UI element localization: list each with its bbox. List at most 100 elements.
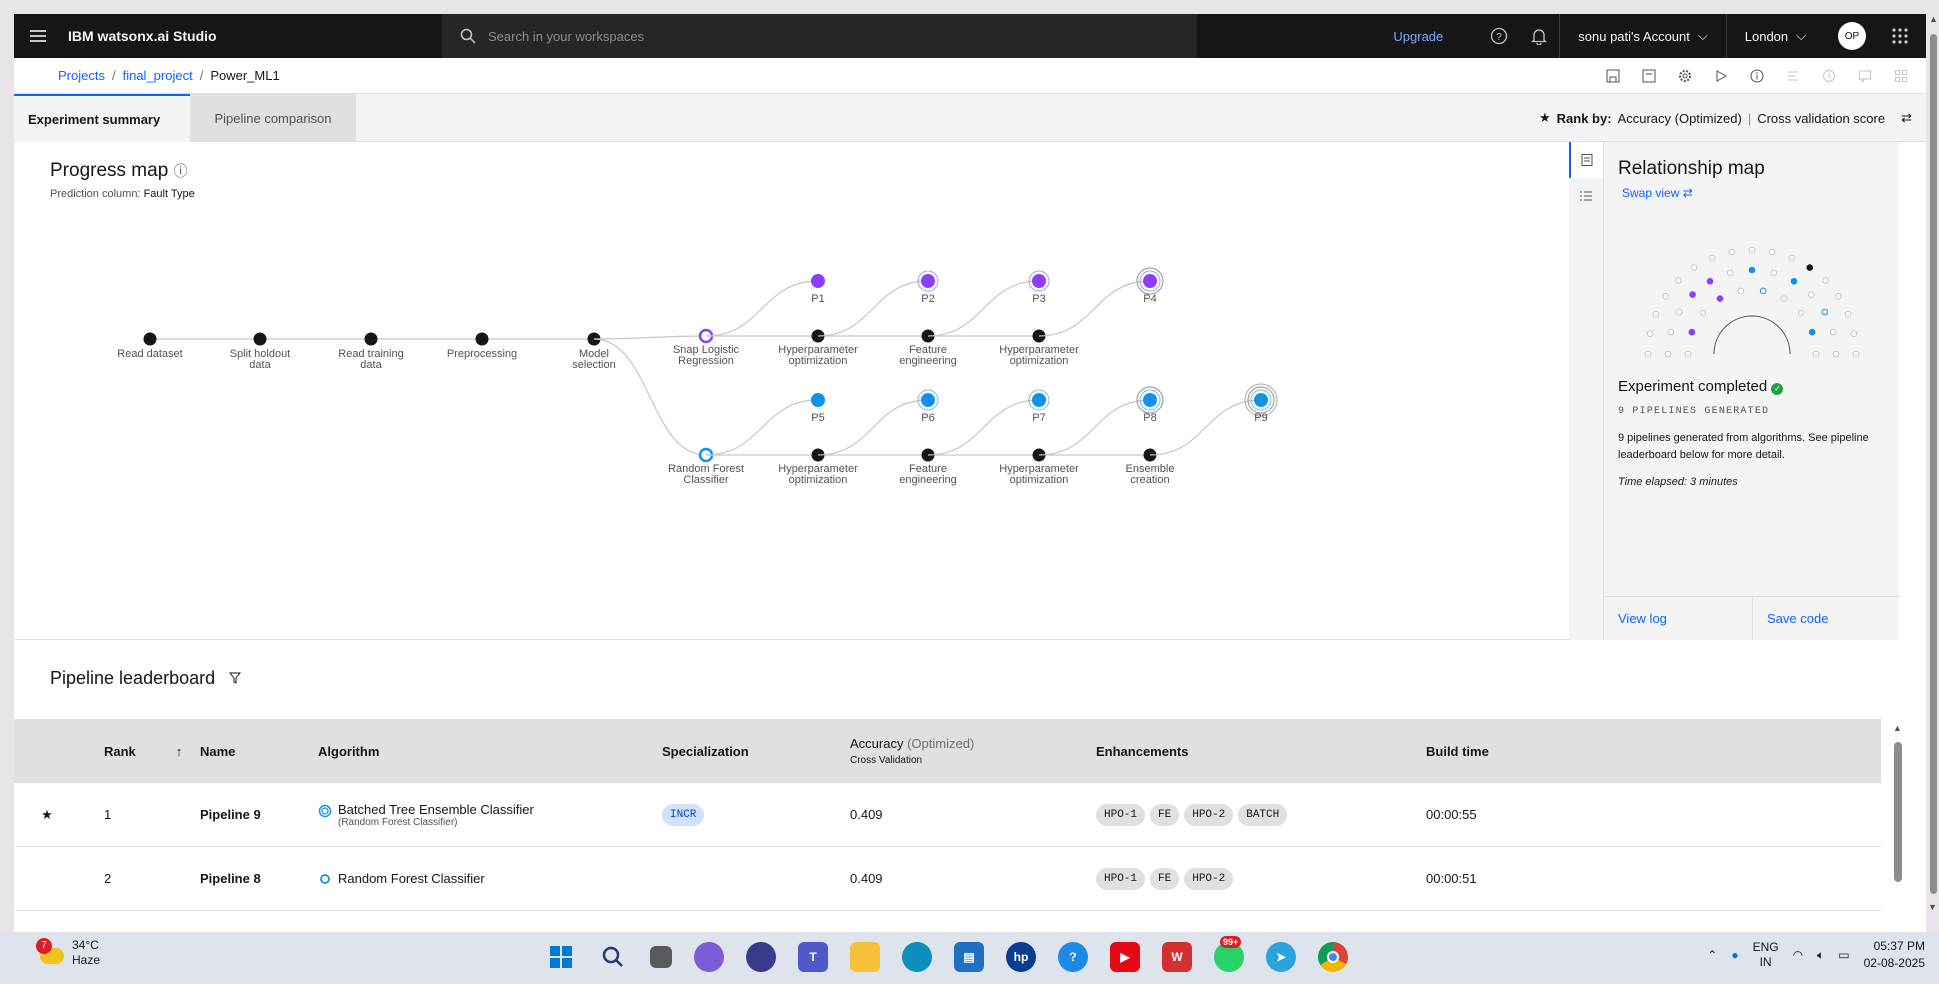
account-switcher[interactable]: sonu pati's Account ⌵ <box>1559 14 1725 58</box>
pipeline-dot <box>1032 274 1046 288</box>
clock[interactable]: 05:37 PM 02-08-2025 <box>1864 938 1925 972</box>
telegram-icon[interactable]: ➤ <box>1266 942 1296 972</box>
algorithm-label: Random Forest Classifier <box>668 463 744 486</box>
edge-icon[interactable] <box>902 942 932 972</box>
network-app-icon[interactable]: ● <box>1731 948 1738 962</box>
save-code-link[interactable]: Save code <box>1752 597 1900 640</box>
settings-icon[interactable] <box>1674 65 1696 87</box>
page-scrollbar[interactable]: ▲ ▼▼ <box>1928 14 1939 932</box>
pipeline-name[interactable]: Pipeline 8 <box>190 871 318 886</box>
rank-by-control[interactable]: ★ Rank by: Accuracy (Optimized) | Cross … <box>1539 94 1912 142</box>
relationship-dot <box>1708 254 1716 262</box>
relationship-dot <box>1699 309 1707 317</box>
avatar[interactable]: OP <box>1838 22 1866 50</box>
copilot-icon[interactable] <box>694 942 724 972</box>
list-view-icon[interactable] <box>1569 178 1603 214</box>
step-label: Read dataset <box>117 348 182 360</box>
step-label: Preprocessing <box>447 348 517 360</box>
tab-pipeline-comparison[interactable]: Pipeline comparison <box>190 94 356 142</box>
relationship-dot <box>1759 287 1767 295</box>
help-icon[interactable]: ? <box>1479 14 1519 58</box>
sort-up-icon[interactable]: ↑ <box>176 744 183 759</box>
pipeline-label: P5 <box>811 412 824 424</box>
save-as-icon[interactable] <box>1638 65 1660 87</box>
table-row[interactable]: 2 Pipeline 8 Random Forest Classifier 0.… <box>14 847 1881 911</box>
help-app-icon[interactable]: ? <box>1058 942 1088 972</box>
info-icon[interactable] <box>1746 65 1768 87</box>
search-bar[interactable]: Search in your workspaces <box>442 14 1197 58</box>
save-icon[interactable] <box>1602 65 1624 87</box>
prediction-column: Prediction column: Fault Type <box>50 188 195 200</box>
wifi-icon[interactable]: ◠ <box>1793 948 1803 962</box>
app-switcher-icon[interactable] <box>1880 14 1920 58</box>
run-icon[interactable] <box>1710 65 1732 87</box>
language-indicator[interactable]: ENG IN <box>1753 940 1779 970</box>
breadcrumb-current: Power_ML1 <box>210 68 280 83</box>
breadcrumb-projects[interactable]: Projects <box>58 68 105 83</box>
grid-view-icon[interactable] <box>1890 65 1912 87</box>
youtube-icon[interactable]: ▶ <box>1110 942 1140 972</box>
relationship-dot <box>1748 266 1756 274</box>
pipeline-step-node <box>364 332 378 346</box>
upgrade-link[interactable]: Upgrade <box>1393 29 1443 44</box>
pipeline-node-p6: P6 <box>917 389 939 424</box>
teams-icon[interactable]: T <box>798 942 828 972</box>
progress-map-graph: Read dataset Split holdout data Read traini… <box>117 267 1278 486</box>
notification-bell-icon[interactable] <box>1519 14 1559 58</box>
history-icon[interactable] <box>1818 65 1840 87</box>
relationship-description: 9 pipelines generated from algorithms. S… <box>1618 432 1869 461</box>
leaderboard-table: Rank ↑ Name Algorithm Specialization Accu… <box>14 719 1881 911</box>
swap-view-link[interactable]: Swap view ⇄ <box>1622 186 1693 200</box>
header-rank[interactable]: Rank ↑ <box>80 744 190 759</box>
relationship-hub <box>1713 315 1791 355</box>
windows-start-icon[interactable] <box>546 942 576 972</box>
table-scrollbar[interactable]: ▲ <box>1893 724 1903 924</box>
relationship-dot <box>1806 264 1814 271</box>
weather-badge: 7 <box>36 938 52 954</box>
volume-icon[interactable]: 🔈︎ <box>1817 948 1824 963</box>
search-icon[interactable] <box>598 942 628 972</box>
file-explorer-icon[interactable] <box>850 942 880 972</box>
star-icon[interactable]: ★ <box>14 807 80 823</box>
wps-icon[interactable]: W <box>1162 942 1192 972</box>
task-view-icon[interactable] <box>650 946 672 968</box>
view-log-link[interactable]: View log <box>1604 597 1752 640</box>
algorithm-cell: Random Forest Classifier <box>318 871 662 886</box>
pipeline-icon[interactable] <box>1782 65 1804 87</box>
weather-widget[interactable]: 7 34°C Haze <box>36 938 100 968</box>
pipeline-name[interactable]: Pipeline 9 <box>190 807 318 822</box>
filter-icon[interactable] <box>229 668 242 689</box>
search-placeholder: Search in your workspaces <box>488 28 645 44</box>
pipeline-dot <box>1143 393 1157 407</box>
chevron-up-icon[interactable]: ⌃ <box>1707 948 1717 962</box>
hp-icon[interactable]: hp <box>1006 942 1036 972</box>
header-specialization: Specialization <box>662 743 749 759</box>
tab-experiment-summary[interactable]: Experiment summary <box>14 94 190 142</box>
pipeline-dot <box>811 274 825 288</box>
windows-taskbar: 7 34°C Haze T ▤ hp ? ▶ W 99+ ➤ ⌃ ● ENG IN … <box>0 932 1939 984</box>
breadcrumb-project[interactable]: final_project <box>123 68 193 83</box>
weather-icon: 7 <box>36 938 66 968</box>
header-accuracy: Accuracy (Optimized) Cross Validation <box>850 736 975 766</box>
swap-icon[interactable]: ⇄ <box>1901 110 1912 126</box>
chat-icon[interactable] <box>746 942 776 972</box>
accuracy-cell: 0.409 <box>850 871 883 886</box>
summary-view-icon[interactable] <box>1569 142 1603 178</box>
comment-icon[interactable] <box>1854 65 1876 87</box>
view-switcher <box>1569 142 1603 640</box>
chrome-icon[interactable] <box>1318 942 1348 972</box>
region-switcher[interactable]: London ⌵ <box>1725 14 1824 58</box>
whatsapp-icon[interactable]: 99+ <box>1214 936 1244 972</box>
store-icon[interactable]: ▤ <box>954 942 984 972</box>
accuracy-cell: 0.409 <box>850 807 883 822</box>
enhancement-tag: HPO-1 <box>1096 867 1146 890</box>
header-enhancements: Enhancements <box>1096 743 1189 759</box>
info-icon[interactable]: ⓘ <box>174 163 188 179</box>
weather-text: Haze <box>72 953 101 967</box>
table-row[interactable]: ★ 1 Pipeline 9 Batched Tree Ensemble Cla… <box>14 783 1881 847</box>
hamburger-menu-icon[interactable] <box>14 14 62 58</box>
pipeline-step-node <box>253 332 267 346</box>
product-name[interactable]: IBM watsonx.ai Studio <box>68 28 217 44</box>
battery-icon[interactable]: ▭ <box>1838 948 1849 962</box>
algorithm-node-icon <box>320 874 330 884</box>
